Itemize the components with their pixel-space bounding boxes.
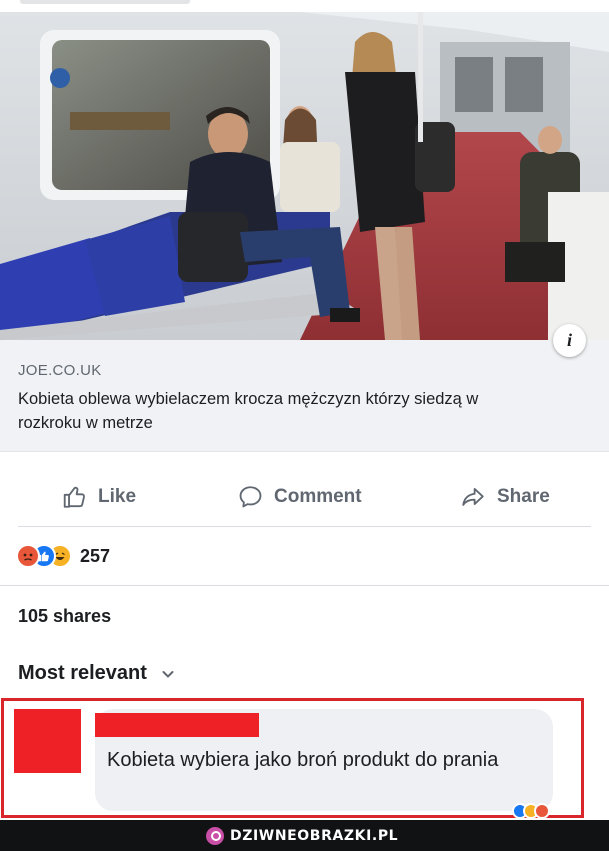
like-button[interactable]: Like: [62, 484, 136, 510]
angry-reaction-icon: [534, 803, 550, 819]
sort-label: Most relevant: [18, 662, 147, 684]
comment-icon: [239, 486, 262, 508]
like-label: Like: [98, 486, 137, 507]
highlighted-comment: Kobieta wybiera jako broń produkt do pra…: [1, 698, 584, 819]
divider: [18, 526, 591, 527]
comment-reactions[interactable]: [512, 803, 550, 819]
dziwneobrazki-logo-icon: [206, 827, 224, 845]
avatar[interactable]: [14, 709, 81, 773]
link-preview-image[interactable]: [0, 12, 609, 340]
share-button[interactable]: Share: [459, 484, 550, 510]
share-label: Share: [497, 486, 550, 507]
cropped-text: [20, 0, 190, 4]
info-icon[interactable]: i: [553, 324, 586, 357]
comment-text: Kobieta wybiera jako broń produkt do pra…: [107, 749, 499, 771]
top-cropped-header: [0, 0, 609, 12]
shares-count[interactable]: 105 shares: [18, 606, 111, 627]
post-actions: Like Comment Share: [0, 470, 609, 524]
thumbs-up-icon: [63, 486, 85, 508]
reaction-count: 257: [80, 545, 111, 566]
chevron-down-icon: [162, 670, 174, 678]
comment-bubble[interactable]: Kobieta wybiera jako broń produkt do pra…: [95, 709, 553, 819]
comment-button[interactable]: Comment: [237, 484, 362, 510]
share-icon: [462, 487, 484, 506]
link-domain: JOE.CO.UK: [18, 362, 102, 379]
comment-label: Comment: [274, 486, 362, 507]
watermark: DZIWNEOBRAZKI.PL: [206, 826, 398, 846]
link-meta[interactable]: JOE.CO.UK Kobieta oblewa wybielaczem kro…: [0, 340, 609, 452]
subway-photo: [0, 12, 609, 340]
divider: [0, 585, 609, 586]
watermark-text: DZIWNEOBRAZKI.PL: [230, 828, 399, 844]
link-title[interactable]: Kobieta oblewa wybielaczem krocza mężczy…: [18, 387, 538, 435]
angry-reaction-icon: [16, 544, 40, 568]
comment-sort-dropdown[interactable]: Most relevant: [18, 662, 175, 685]
reactions-summary[interactable]: 257: [16, 540, 110, 572]
watermark-bar: DZIWNEOBRAZKI.PL: [0, 820, 609, 851]
comment-author-name[interactable]: [95, 713, 259, 737]
